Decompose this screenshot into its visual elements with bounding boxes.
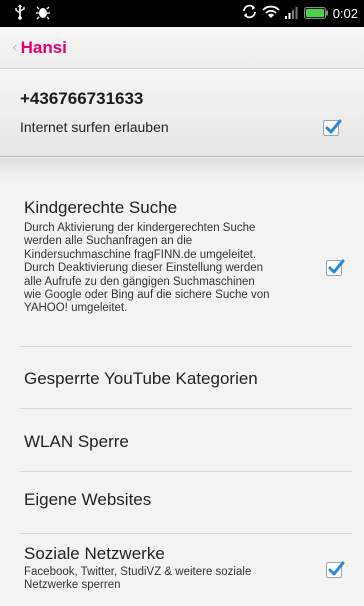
- setting-title: Eigene Websites: [24, 490, 152, 509]
- setting-title: WLAN Sperre: [24, 432, 129, 451]
- phone-number: +436766731633: [20, 89, 144, 108]
- clock: 0:02: [332, 6, 358, 21]
- setting-row-kindgerechte-suche[interactable]: Kindgerechte Suche Durch Aktivierung der…: [20, 184, 352, 347]
- setting-title: Soziale Netzwerke: [24, 544, 165, 563]
- setting-title: Gesperrte YouTube Kategorien: [24, 369, 258, 388]
- phone-section: +436766731633 Internet surfen erlauben: [0, 70, 364, 157]
- sync-icon: [242, 4, 257, 23]
- soziale-netzwerke-checkbox[interactable]: [326, 561, 345, 578]
- signal-icon: [284, 4, 299, 23]
- usb-icon: [14, 4, 26, 24]
- back-chevron-icon[interactable]: ‹: [12, 40, 18, 56]
- debug-icon: [36, 4, 50, 24]
- battery-icon: [303, 4, 328, 23]
- internet-allow-label: Internet surfen erlauben: [20, 119, 169, 135]
- wifi-icon: [262, 4, 280, 23]
- checkmark-icon: [325, 119, 342, 134]
- page-title[interactable]: Hansi: [21, 38, 67, 58]
- setting-row-eigene-websites[interactable]: Eigene Websites: [20, 472, 352, 534]
- setting-row-wlan-sperre[interactable]: WLAN Sperre: [20, 409, 352, 472]
- setting-description: Durch Aktivierung der kindergerechten Su…: [24, 222, 270, 315]
- checkmark-icon: [328, 259, 345, 274]
- kindgerechte-suche-checkbox[interactable]: [326, 259, 345, 276]
- checkmark-icon: [328, 561, 345, 576]
- setting-row-youtube[interactable]: Gesperrte YouTube Kategorien: [20, 347, 352, 409]
- setting-title: Kindgerechte Suche: [24, 198, 178, 217]
- setting-row-soziale-netzwerke[interactable]: Soziale Netzwerke Facebook, Twitter, Stu…: [20, 534, 352, 604]
- section-divider: [0, 158, 364, 184]
- status-bar: 0:02: [0, 0, 364, 27]
- setting-description: Facebook, Twitter, StudiVZ & weitere soz…: [24, 566, 252, 592]
- internet-allow-checkbox[interactable]: [323, 119, 342, 136]
- action-bar: ‹ Hansi: [0, 27, 364, 69]
